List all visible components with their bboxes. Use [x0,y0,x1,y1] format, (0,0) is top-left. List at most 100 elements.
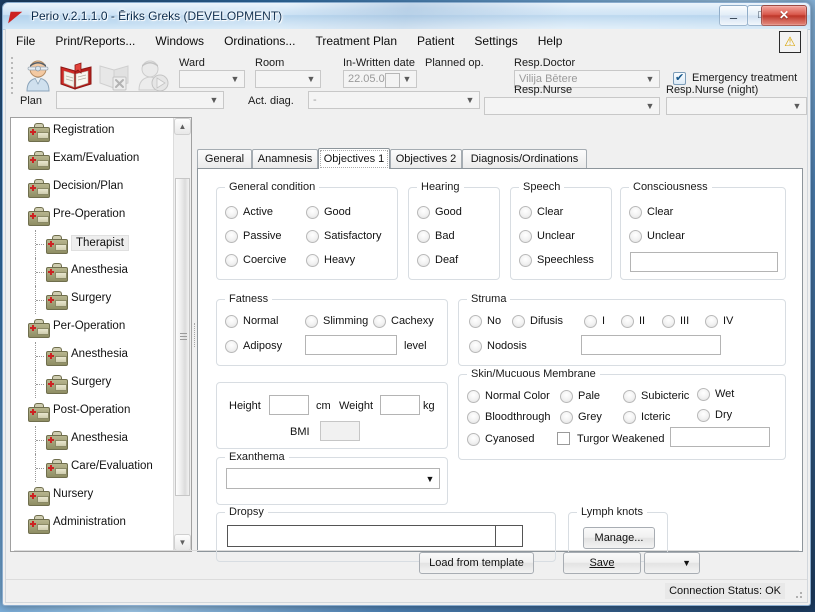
scroll-up-icon[interactable]: ▲ [174,118,191,135]
radio-struma-difusis[interactable] [512,315,525,328]
sidebar-item-pre-operation-anesthesia[interactable]: Anesthesia [11,258,174,286]
skin-note-input[interactable] [670,427,770,447]
label-speech-clear[interactable]: Clear [537,206,563,219]
tab-general[interactable]: General [197,149,252,168]
dropsy-extra-cell[interactable] [495,526,522,546]
label-consciousness-clear[interactable]: Clear [647,206,673,219]
radio-struma-iv[interactable] [705,315,718,328]
radio-fatness-slimming[interactable] [305,315,318,328]
radio-hearing-deaf[interactable] [417,254,430,267]
radio-skin-normal-color[interactable] [467,390,480,403]
open-record-book-icon[interactable] [58,57,94,93]
tab-diagnosis-ordinations[interactable]: Diagnosis/Ordinations [462,149,587,168]
sidebar-item-administration[interactable]: Administration [11,510,174,538]
radio-skin-bloodthrough[interactable] [467,411,480,424]
radio-skin-cyanosed[interactable] [467,433,480,446]
height-input[interactable] [269,395,309,415]
label-struma-nodosis[interactable]: Nodosis [487,340,527,353]
sidebar-item-registration[interactable]: Registration [11,118,174,146]
room-combo[interactable]: ▼ [255,70,321,88]
menu-file[interactable]: File [6,29,45,53]
radio-skin-dry[interactable] [697,409,710,422]
tab-anamnesis[interactable]: Anamnesis [252,149,318,168]
label-skin-bloodthrough[interactable]: Bloodthrough [485,411,550,424]
label-skin-dry[interactable]: Dry [715,409,732,422]
sidebar-item-per-operation-surgery[interactable]: Surgery [11,370,174,398]
radio-speech-speechless[interactable] [519,254,532,267]
radio-struma-nodosis[interactable] [469,340,482,353]
label-consciousness-unclear[interactable]: Unclear [647,230,685,243]
label-good[interactable]: Good [324,206,351,219]
label-turgor-weakened[interactable]: Turgor Weakened [577,433,664,446]
toolbar-grip[interactable] [11,57,15,95]
dropsy-input[interactable] [227,525,523,547]
ward-combo[interactable]: ▼ [179,70,245,88]
label-hearing-good[interactable]: Good [435,206,462,219]
sidebar-item-post-operation[interactable]: Post-Operation [11,398,174,426]
label-skin-cyanosed[interactable]: Cyanosed [485,433,535,446]
sidebar-item-per-operation-anesthesia[interactable]: Anesthesia [11,342,174,370]
radio-general-condition-passive[interactable] [225,230,238,243]
label-skin-wet[interactable]: Wet [715,388,734,401]
exanthema-combo[interactable]: ▼ [226,468,440,489]
turgor-weakened-checkbox[interactable] [557,432,570,445]
act-diag-combo[interactable]: - ▼ [308,91,480,109]
radio-struma-i[interactable] [584,315,597,328]
label-heavy[interactable]: Heavy [324,254,355,267]
sidebar-item-pre-operation-therapist[interactable]: Therapist [11,230,174,258]
menu-help[interactable]: Help [528,29,573,53]
label-active[interactable]: Active [243,206,273,219]
radio-hearing-good[interactable] [417,206,430,219]
label-passive[interactable]: Passive [243,230,282,243]
calendar-icon[interactable] [385,73,400,88]
label-struma-iv[interactable]: IV [723,315,733,328]
menu-ordinations[interactable]: Ordinations... [214,29,305,53]
emergency-treatment-label[interactable]: Emergency treatment [692,72,797,84]
resp-nurse-combo[interactable]: ▼ [484,97,660,115]
label-skin-grey[interactable]: Grey [578,411,602,424]
label-coercive[interactable]: Coercive [243,254,286,267]
save-button[interactable]: Save [563,552,641,574]
radio-consciousness-clear[interactable] [629,206,642,219]
radio-skin-grey[interactable] [560,411,573,424]
label-speech-speechless[interactable]: Speechless [537,254,594,267]
radio-skin-wet[interactable] [697,388,710,401]
label-struma-no[interactable]: No [487,315,501,328]
label-skin-icteric[interactable]: Icteric [641,411,670,424]
in-written-date-picker[interactable]: 22.05.06 ▼ [343,70,417,88]
menu-windows[interactable]: Windows [145,29,214,53]
radio-skin-icteric[interactable] [623,411,636,424]
radio-struma-iii[interactable] [662,315,675,328]
sidebar-item-decision-plan[interactable]: Decision/Plan [11,174,174,202]
sidebar-item-pre-operation[interactable]: Pre-Operation [11,202,174,230]
menu-treatment-plan[interactable]: Treatment Plan [305,29,407,53]
label-struma-difusis[interactable]: Difusis [530,315,563,328]
label-satisfactory[interactable]: Satisfactory [324,230,381,243]
tab-objectives-1[interactable]: Objectives 1 [318,148,390,169]
sidebar-scrollbar[interactable]: ▲ ▼ [173,118,191,551]
label-speech-unclear[interactable]: Unclear [537,230,575,243]
radio-consciousness-unclear[interactable] [629,230,642,243]
plan-combo[interactable]: ▼ [56,91,224,109]
resize-grip-icon[interactable] [792,588,804,600]
sidebar-item-exam-evaluation[interactable]: Exam/Evaluation [11,146,174,174]
label-fatness-slimming[interactable]: Slimming [323,315,368,328]
minimize-button[interactable]: – [719,5,748,26]
label-skin-pale[interactable]: Pale [578,390,600,403]
resp-nurse-night-combo[interactable]: ▼ [666,97,807,115]
radio-fatness-adiposy[interactable] [225,340,238,353]
radio-fatness-normal[interactable] [225,315,238,328]
patient-icon[interactable] [20,57,56,93]
fatness-level-input[interactable] [305,335,397,355]
radio-speech-clear[interactable] [519,206,532,219]
radio-hearing-bad[interactable] [417,230,430,243]
label-fatness-cachexy[interactable]: Cachexy [391,315,434,328]
radio-speech-unclear[interactable] [519,230,532,243]
radio-skin-subicteric[interactable] [623,390,636,403]
close-record-book-icon[interactable] [96,57,132,93]
menu-print-reports[interactable]: Print/Reports... [45,29,145,53]
label-fatness-adiposy[interactable]: Adiposy [243,340,282,353]
menu-settings[interactable]: Settings [464,29,527,53]
label-fatness-normal[interactable]: Normal [243,315,278,328]
patient-history-icon[interactable] [134,57,170,93]
